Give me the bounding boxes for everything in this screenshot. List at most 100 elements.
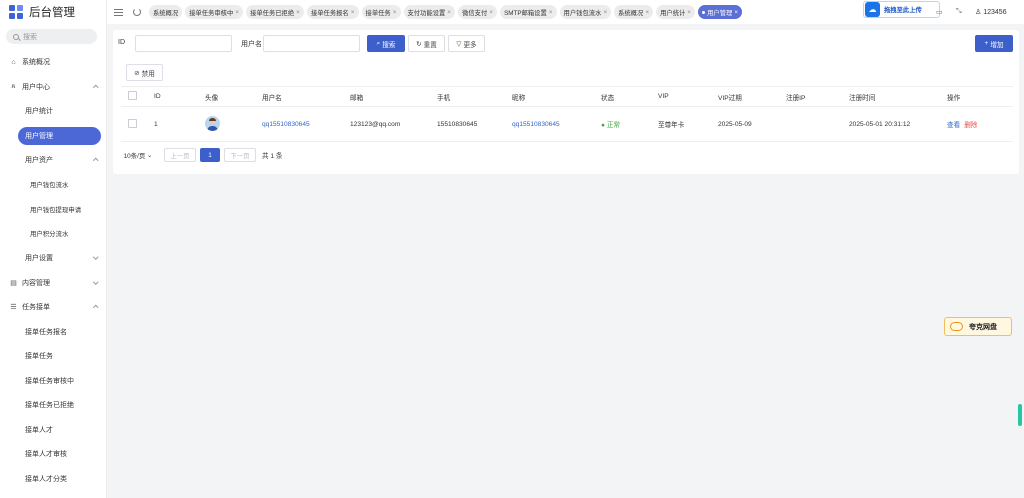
close-icon[interactable]: ×	[447, 9, 451, 16]
tab-payment-settings[interactable]: 支付功能设置 ×	[403, 5, 456, 19]
select-all-checkbox[interactable]	[128, 91, 137, 100]
close-icon[interactable]: ×	[489, 9, 493, 16]
sidebar-item-talent[interactable]: 接单人才	[0, 418, 106, 443]
reset-button[interactable]: ↻ 重置	[408, 35, 445, 52]
delete-button[interactable]: 删除	[964, 122, 977, 129]
total-count: 共 1 条	[262, 153, 283, 160]
refresh-icon: ↻	[416, 40, 422, 48]
fullscreen-icon[interactable]: ⤡	[956, 8, 962, 16]
page-1-button[interactable]: 1	[200, 148, 220, 162]
tab-wechat-pay[interactable]: 微信支付 ×	[458, 5, 498, 19]
add-button[interactable]: + 增加	[975, 35, 1013, 52]
tab-bar: 系统概况 接单任务审核中 × 接单任务已拒绝 × 接单任务报名 × 接单任务 × 支付功…	[149, 5, 743, 19]
username-link[interactable]: qq15510830645	[262, 121, 310, 128]
more-button[interactable]: ▽ 更多	[448, 35, 485, 52]
quark-drive-button[interactable]: 夸克网盘	[944, 317, 1012, 336]
sidebar-item-task-reviewing[interactable]: 接单任务审核中	[0, 369, 106, 394]
close-icon[interactable]: ×	[603, 9, 607, 16]
tab-task-rejected[interactable]: 接单任务已拒绝 ×	[246, 5, 304, 19]
id-filter-input[interactable]	[135, 35, 232, 52]
col-header-reg-ip: 注册IP	[779, 86, 842, 107]
user-menu[interactable]: ♙ 123456	[975, 8, 1007, 16]
sidebar: 后台管理 搜索 ⌂ 系统概况 ጰ 用户中心 用户统计 用户管理 用户资产 用户钱…	[0, 0, 107, 498]
status-badge: ● 正常	[601, 122, 621, 129]
tab-task-signup[interactable]: 接单任务报名 ×	[306, 5, 359, 19]
cloud-icon	[950, 322, 963, 331]
cell-vip: 至尊年卡	[651, 106, 711, 142]
cell-nickname[interactable]: qq15510830645	[505, 106, 594, 142]
sidebar-item-system-overview[interactable]: ⌂ 系统概况	[0, 50, 106, 75]
sidebar-item-user-stats[interactable]: 用户统计	[0, 99, 106, 124]
next-page-button[interactable]: 下一页	[224, 148, 256, 162]
menu-toggle-icon[interactable]	[114, 8, 123, 16]
monitor-icon[interactable]: ▭	[936, 8, 943, 16]
table-header-row: ID 头像 用户名 邮箱 手机 昵称 状态 VIP VIP过期 注册IP 注册时…	[121, 86, 1013, 107]
cell-avatar	[198, 106, 255, 142]
page-size-select[interactable]: 10条/页 ⌄	[116, 148, 160, 162]
sidebar-item-tasks[interactable]: 接单任务	[0, 344, 106, 369]
chevron-down-icon	[92, 278, 98, 284]
tab-tasks[interactable]: 接单任务 ×	[361, 5, 401, 19]
col-header-vip-expire: VIP过期	[711, 86, 779, 107]
users-table: ID 头像 用户名 邮箱 手机 昵称 状态 VIP VIP过期 注册IP 注册时…	[121, 86, 1013, 142]
cell-id: 1	[147, 106, 198, 142]
sidebar-item-user-settings[interactable]: 用户设置	[0, 246, 106, 271]
cell-email: 123123@qq.com	[343, 106, 430, 142]
refresh-icon[interactable]	[133, 8, 141, 16]
col-header-phone: 手机	[430, 86, 505, 107]
chevron-down-icon	[92, 254, 98, 260]
col-header-actions: 操作	[940, 86, 1013, 107]
sidebar-item-talent-category[interactable]: 接单人才分类	[0, 467, 106, 492]
top-bar: 系统概况 接单任务审核中 × 接单任务已拒绝 × 接单任务报名 × 接单任务 × 支付功…	[107, 0, 1024, 24]
prev-page-button[interactable]: 上一页	[164, 148, 196, 162]
row-checkbox[interactable]	[128, 118, 137, 128]
nickname-link[interactable]: qq15510830645	[512, 121, 560, 128]
sidebar-item-wallet-flow[interactable]: 用户钱包流水	[0, 173, 106, 198]
sidebar-item-points-flow[interactable]: 用户积分流水	[0, 222, 106, 247]
ban-icon: ⊘	[134, 69, 140, 77]
close-icon[interactable]: ×	[645, 9, 649, 16]
sidebar-item-content-management[interactable]: ▤ 内容管理	[0, 271, 106, 296]
close-icon[interactable]: ×	[734, 9, 738, 16]
upload-drop-zone[interactable]: ☁ 拖拽至此上传	[863, 1, 940, 18]
filter-icon: ▽	[456, 40, 462, 48]
tab-system-overview[interactable]: 系统概况	[149, 5, 183, 19]
col-header-status: 状态	[594, 86, 651, 107]
close-icon[interactable]: ×	[393, 9, 397, 16]
sidebar-item-user-management[interactable]: 用户管理	[0, 124, 106, 149]
close-icon[interactable]: ×	[235, 9, 239, 16]
sidebar-item-task-rejected[interactable]: 接单任务已拒绝	[0, 393, 106, 418]
tab-smtp-settings[interactable]: SMTP邮箱设置 ×	[500, 5, 557, 19]
select-all-cell[interactable]	[121, 86, 147, 107]
close-icon[interactable]: ×	[687, 9, 691, 16]
search-icon	[13, 33, 19, 40]
side-drawer-handle[interactable]	[1018, 404, 1022, 426]
search-button[interactable]: ⌕ 搜索	[367, 35, 405, 52]
id-filter-label: ID	[118, 39, 125, 46]
tab-system-overview-2[interactable]: 系统概况 ×	[614, 5, 654, 19]
tab-task-reviewing[interactable]: 接单任务审核中 ×	[185, 5, 244, 19]
username-filter-input[interactable]	[263, 35, 360, 52]
pagination: 10条/页 ⌄ 上一页 1 下一页 共 1 条	[116, 148, 283, 162]
sidebar-item-talent-review[interactable]: 接单人才审核	[0, 442, 106, 467]
row-select-cell[interactable]	[121, 106, 147, 142]
col-header-email: 邮箱	[343, 86, 430, 107]
tab-user-management[interactable]: 用户管理 ×	[698, 5, 743, 19]
sidebar-item-task-orders[interactable]: ☰ 任务接单	[0, 295, 106, 320]
close-icon[interactable]: ×	[351, 9, 355, 16]
active-dot-icon	[702, 10, 706, 14]
close-icon[interactable]: ×	[296, 9, 300, 16]
close-icon[interactable]: ×	[549, 9, 553, 16]
sidebar-item-user-center[interactable]: ጰ 用户中心	[0, 75, 106, 100]
cell-username[interactable]: qq15510830645	[255, 106, 343, 142]
disable-button[interactable]: ⊘ 禁用	[126, 64, 163, 81]
users-icon: ጰ	[11, 82, 16, 90]
tab-wallet-flow[interactable]: 用户钱包流水 ×	[559, 5, 612, 19]
table-row: 1 qq15510830645 123123@qq.com 1551083064…	[121, 106, 1013, 142]
tab-user-stats[interactable]: 用户统计 ×	[656, 5, 696, 19]
sidebar-search-input[interactable]: 搜索	[6, 29, 97, 44]
sidebar-item-user-assets[interactable]: 用户资产	[0, 148, 106, 173]
sidebar-item-wallet-withdraw[interactable]: 用户钱包提现申请	[0, 197, 106, 222]
sidebar-item-task-signup[interactable]: 接单任务报名	[0, 320, 106, 345]
view-button[interactable]: 查看	[947, 122, 960, 129]
